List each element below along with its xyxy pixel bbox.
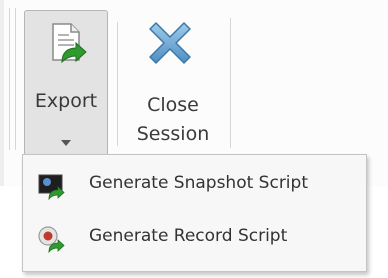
export-button[interactable]: Export: [24, 10, 108, 156]
close-session-label-line2: Session: [136, 123, 210, 145]
menu-item-generate-snapshot-script[interactable]: Generate Snapshot Script: [23, 163, 366, 209]
export-dropdown-menu: Generate Snapshot Script Generate Record…: [22, 154, 367, 272]
ribbon-separator: [9, 8, 10, 150]
close-session-button[interactable]: Close Session: [123, 10, 223, 156]
close-x-icon: [149, 22, 191, 64]
export-label: Export: [34, 90, 98, 112]
ribbon-separator: [117, 22, 118, 146]
ribbon-separator: [230, 18, 231, 148]
close-session-label-line1: Close: [147, 94, 199, 116]
record-script-icon: [38, 226, 65, 253]
snapshot-script-icon: [38, 174, 65, 200]
menu-item-label: Generate Snapshot Script: [89, 173, 308, 193]
menu-item-label: Generate Record Script: [89, 226, 288, 246]
close-session-label: Close Session: [123, 91, 223, 149]
chevron-down-icon[interactable]: [61, 140, 71, 146]
ribbon-left-edge: [0, 0, 4, 186]
export-document-arrow-icon: [52, 23, 87, 64]
menu-item-generate-record-script[interactable]: Generate Record Script: [23, 216, 366, 262]
ribbon-separator: [15, 8, 16, 150]
